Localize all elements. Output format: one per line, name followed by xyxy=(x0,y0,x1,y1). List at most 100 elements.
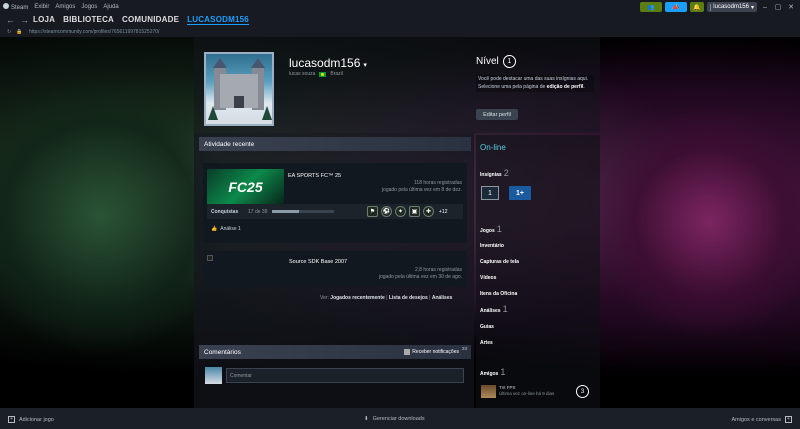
friend-entry[interactable]: Tnt FPS Última vez on-line há 9 dias xyxy=(499,385,554,397)
account-menu-button[interactable]: lucasodm156 ▾ xyxy=(707,2,757,12)
achievement-icon[interactable]: ⚽ xyxy=(381,206,392,217)
level-badge[interactable]: 1 xyxy=(502,55,516,68)
game-hours: 2,8 horas registradas jogado pela última… xyxy=(379,267,462,281)
nav-bar: ← → LOJA BIBLIOTECA COMUNIDADE LUCASODM1… xyxy=(0,13,800,27)
profile-realname-row: lucas souza Brazil xyxy=(289,71,343,77)
add-game-label: Adicionar jogo xyxy=(19,416,54,423)
sidebar-item-label: Análises xyxy=(480,308,501,314)
chevron-down-icon: ▾ xyxy=(750,4,754,11)
avatar-tree xyxy=(262,106,272,120)
avatar-roof-left xyxy=(213,58,227,68)
plus-icon: + xyxy=(8,416,15,423)
steam-logo-icon xyxy=(3,3,9,9)
link-reviews[interactable]: Análises xyxy=(432,295,453,301)
achievements-more[interactable]: +12 xyxy=(439,209,447,215)
downloads-button[interactable]: ⬇ Gerenciar downloads xyxy=(364,416,425,422)
menu-steam-label: Steam xyxy=(11,5,29,11)
achievement-icon[interactable]: ⚑ xyxy=(367,206,378,217)
sidebar-item-guides[interactable]: Guias xyxy=(480,324,494,330)
sidebar-item-videos[interactable]: Vídeos xyxy=(480,275,496,281)
comment-input[interactable]: Comentar xyxy=(226,368,464,383)
avatar-roof-right xyxy=(251,58,265,68)
badge-years[interactable]: 1+ xyxy=(509,186,531,200)
minimize-button[interactable]: – xyxy=(760,2,770,12)
achievement-icon[interactable]: ✚ xyxy=(423,206,434,217)
menu-steam[interactable]: Steam xyxy=(3,3,28,11)
title-bar: Steam Exibir Amigos Jogos Ajuda 👥 📣 🔔 lu… xyxy=(0,0,800,13)
achievement-icon[interactable]: ✦ xyxy=(395,206,406,217)
url-text[interactable]: https://steamcommunity.com/profiles/7656… xyxy=(29,29,159,35)
announcements-button[interactable]: 📣 xyxy=(665,2,687,12)
achievement-icon[interactable]: ▣ xyxy=(409,206,420,217)
menu-ajuda[interactable]: Ajuda xyxy=(103,4,118,10)
game-name[interactable]: EA SPORTS FC™ 25 xyxy=(288,173,341,179)
comment-avatar xyxy=(205,367,222,384)
background-glow-pink xyxy=(600,97,800,347)
refresh-icon[interactable]: ↻ xyxy=(7,29,11,35)
profile-avatar[interactable] xyxy=(204,52,274,126)
game-review-row[interactable]: 👍 Análise 1 xyxy=(211,226,241,232)
lock-icon: 🔒 xyxy=(16,29,23,35)
sidebar-item-reviews[interactable]: Análises 1 xyxy=(480,304,508,314)
profile-name[interactable]: lucasodm156 ▾ xyxy=(289,56,367,70)
chevron-down-icon: ▾ xyxy=(363,62,367,69)
notify-toggle[interactable]: Receber notificações xyxy=(404,349,459,355)
game-card: FC25 EA SPORTS FC™ 25 118 horas registra… xyxy=(203,163,467,243)
achievements-progress-bar xyxy=(272,210,334,213)
game-art[interactable]: FC25 xyxy=(207,169,284,205)
downloads-label: Gerenciar downloads xyxy=(372,416,425,422)
maximize-button[interactable]: ▢ xyxy=(773,2,783,12)
friend-avatar[interactable] xyxy=(481,385,496,398)
sidebar-item-artwork[interactable]: Artes xyxy=(480,340,493,346)
url-bar: ↻ 🔒 https://steamcommunity.com/profiles/… xyxy=(0,27,800,37)
game-art-broken-image[interactable] xyxy=(207,255,213,261)
game-last-played: jogado pela última vez em 30 de ago. xyxy=(378,274,462,280)
achievements-label: Conquistas xyxy=(211,209,239,215)
menu-exibir[interactable]: Exibir xyxy=(34,4,49,10)
badges-count: 2 xyxy=(503,168,509,178)
sidebar-item-games[interactable]: Jogos 1 xyxy=(480,224,502,234)
comments-count: 23 xyxy=(461,346,467,351)
back-arrow-icon[interactable]: ← xyxy=(6,15,15,25)
sidebar-item-label: Itens da Oficina xyxy=(480,291,518,297)
badge-level[interactable]: 1 xyxy=(481,186,499,200)
online-status: On-line xyxy=(480,143,506,152)
thumbs-up-icon: 👍 xyxy=(211,226,218,232)
link-wishlist[interactable]: Lista de desejos xyxy=(389,295,428,301)
sidebar-item-label: Inventário xyxy=(480,243,504,249)
game-name[interactable]: Source SDK Base 2007 xyxy=(289,259,347,265)
sidebar-item-friends[interactable]: Amigos 1 xyxy=(480,367,505,377)
nav-profile[interactable]: LUCASODM156 xyxy=(187,15,249,25)
achievement-icons: ⚑ ⚽ ✦ ▣ ✚ +12 xyxy=(367,206,447,217)
game-hours: 118 horas registradas jogado pela última… xyxy=(382,180,462,194)
menu-amigos[interactable]: Amigos xyxy=(55,4,75,10)
nav-store[interactable]: LOJA xyxy=(33,15,55,25)
sidebar-item-inventory[interactable]: Inventário xyxy=(480,243,504,249)
achievements-row[interactable]: Conquistas 17 de 39 ⚑ ⚽ ✦ ▣ ✚ +12 xyxy=(207,204,463,219)
friend-level-badge[interactable]: 3 xyxy=(576,385,589,398)
friends-chat-button[interactable]: Amigos e conversas + xyxy=(731,416,792,423)
link-recently-played[interactable]: Jogados recentemente xyxy=(330,295,384,301)
edit-profile-button[interactable]: Editar perfil xyxy=(476,109,518,120)
nav-community[interactable]: COMUNIDADE xyxy=(122,15,179,25)
sidebar-item-label: Jogos xyxy=(480,228,495,234)
account-username: lucasodm156 xyxy=(713,4,749,10)
forward-arrow-icon[interactable]: → xyxy=(20,15,29,25)
comments-title: Comentários xyxy=(204,349,241,356)
friend-status: Última vez on-line há 9 dias xyxy=(499,391,555,396)
bell-icon: 🔔 xyxy=(693,4,701,11)
close-button[interactable]: ✕ xyxy=(786,2,796,12)
add-game-button[interactable]: + Adicionar jogo xyxy=(8,416,54,423)
notifications-button[interactable]: 🔔 xyxy=(690,2,704,12)
friends-activity-button[interactable]: 👥 xyxy=(640,2,662,12)
edit-profile-link[interactable]: edição de perfil xyxy=(547,84,584,90)
avatar-tree xyxy=(208,106,218,120)
badges-label: Insígnias xyxy=(480,172,502,178)
nav-library[interactable]: BIBLIOTECA xyxy=(63,15,114,25)
profile-country: Brazil xyxy=(330,71,343,77)
sidebar-item-count: 1 xyxy=(496,224,502,234)
sidebar-item-workshop[interactable]: Itens da Oficina xyxy=(480,291,517,297)
sidebar-item-screenshots[interactable]: Capturas de tela xyxy=(480,259,519,265)
sidebar-item-badges[interactable]: Insígnias 2 xyxy=(480,168,509,178)
menu-jogos[interactable]: Jogos xyxy=(81,4,97,10)
